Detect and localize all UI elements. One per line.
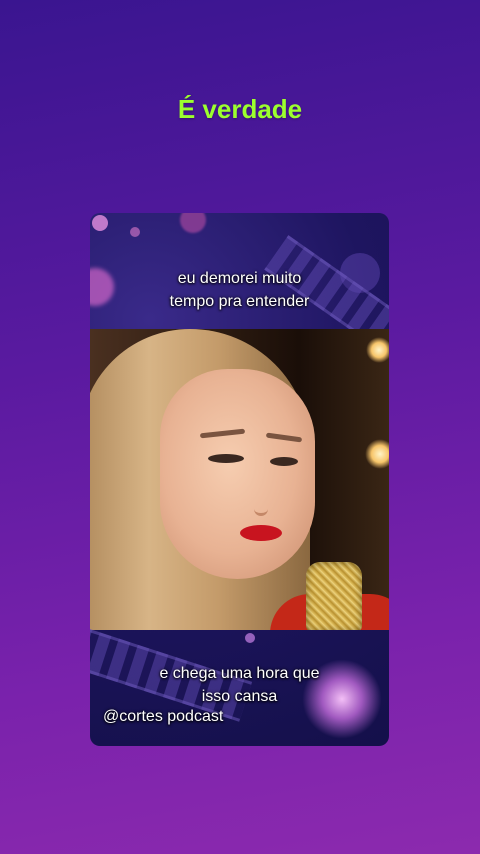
speaker-face bbox=[160, 369, 315, 579]
bokeh-light bbox=[92, 215, 108, 231]
lips bbox=[240, 525, 282, 541]
caption-line: tempo pra entender bbox=[169, 293, 310, 310]
channel-watermark: @cortes podcast bbox=[103, 708, 224, 725]
caption-line: isso cansa bbox=[201, 688, 278, 705]
eye bbox=[270, 457, 298, 466]
eye bbox=[208, 454, 244, 463]
bokeh-light bbox=[245, 633, 255, 643]
caption-top: eu demorei muito tempo pra entender bbox=[90, 267, 389, 313]
speaker-photo bbox=[90, 329, 389, 630]
headline-text: É verdade bbox=[177, 94, 303, 124]
bokeh-light bbox=[180, 213, 206, 233]
video-card[interactable]: eu demorei muito tempo pra entender e ch… bbox=[90, 213, 389, 746]
bokeh-light bbox=[130, 227, 140, 237]
microphone-icon bbox=[306, 562, 362, 630]
stage-light bbox=[366, 337, 389, 363]
stage-light bbox=[365, 439, 389, 469]
nose bbox=[254, 489, 268, 516]
caption-line: eu demorei muito bbox=[177, 270, 302, 287]
caption-line: e chega uma hora que bbox=[159, 665, 320, 682]
caption-bottom: e chega uma hora que isso cansa bbox=[90, 662, 389, 708]
